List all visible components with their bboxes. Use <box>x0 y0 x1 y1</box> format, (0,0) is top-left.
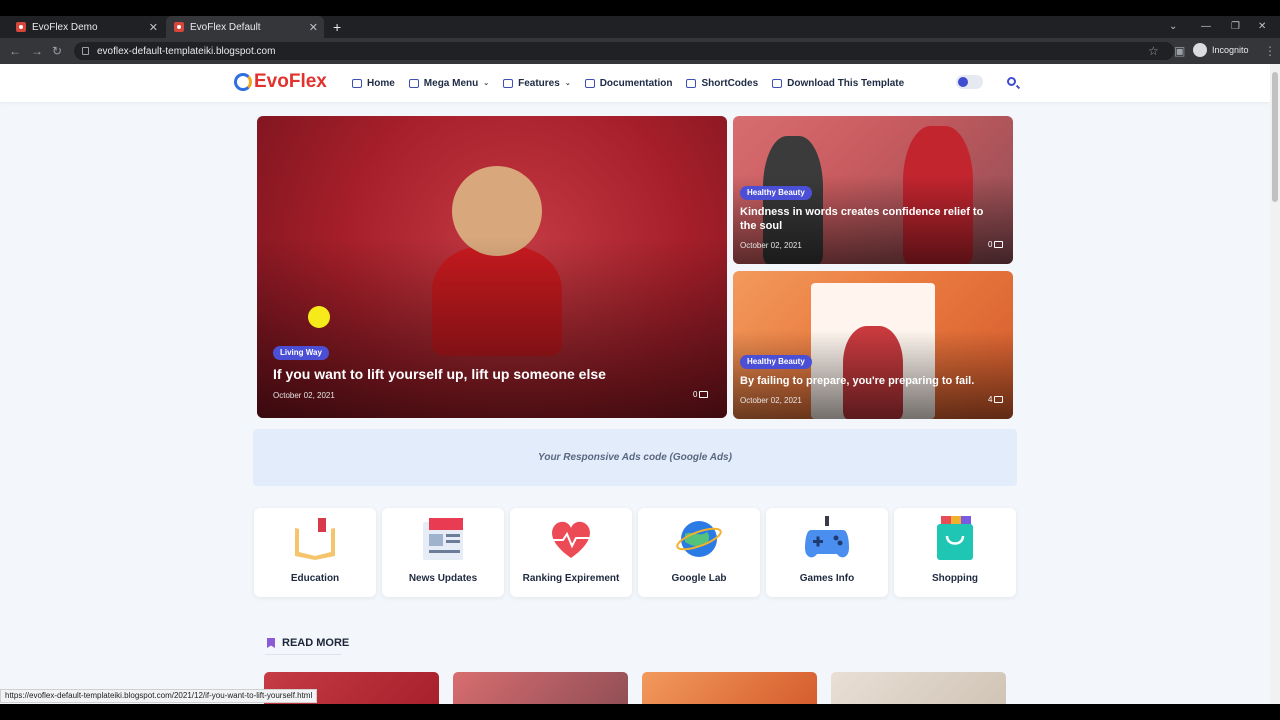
category-card[interactable]: Google Lab <box>638 508 760 597</box>
profile-label: Incognito <box>1212 45 1249 55</box>
search-icon[interactable] <box>1007 77 1016 86</box>
category-card[interactable]: Shopping <box>894 508 1016 597</box>
tab-title: EvoFlex Demo <box>32 21 98 33</box>
chevron-down-icon: ⌄ <box>564 80 571 87</box>
os-bottom-bar <box>0 704 1280 720</box>
dark-mode-toggle[interactable] <box>956 75 983 89</box>
logo-mark-icon <box>234 73 252 91</box>
category-card[interactable]: Ranking Expirement <box>510 508 632 597</box>
minimize-icon[interactable]: — <box>1201 16 1211 38</box>
shopping-bag-icon <box>937 516 973 560</box>
status-bar-url: https://evoflex-default-templateiki.blog… <box>0 689 318 703</box>
heading-underline <box>265 654 341 655</box>
book-icon <box>295 518 335 560</box>
nav-label: Home <box>367 77 395 89</box>
browser-tab[interactable]: EvoFlex Demo ✕ <box>8 16 164 38</box>
back-arrow-icon[interactable]: ← <box>9 38 21 64</box>
globe-icon <box>676 521 722 557</box>
bookmark-star-icon[interactable]: ☆ <box>1148 38 1159 64</box>
nav-label: ShortCodes <box>701 77 759 89</box>
featured-post-side[interactable]: Healthy Beauty Kindness in words creates… <box>733 116 1013 264</box>
main-nav: Home Mega Menu ⌄ Features ⌄ Documentatio… <box>352 64 904 102</box>
logo-text: EvoFlex <box>254 71 327 92</box>
folder-icon <box>584 78 595 88</box>
comment-icon <box>994 396 1004 403</box>
branch-icon <box>772 78 783 88</box>
address-toolbar: ← → ↻ evoflex-default-templateiki.blogsp… <box>0 38 1280 64</box>
post-date: October 02, 2021 <box>740 241 802 250</box>
newspaper-icon <box>423 518 463 560</box>
tab-search-chevron-icon[interactable]: ⌄ <box>1169 16 1177 38</box>
nav-item-mega-menu[interactable]: Mega Menu ⌄ <box>408 77 490 89</box>
forward-arrow-icon[interactable]: → <box>31 38 43 64</box>
tab-close-icon[interactable]: ✕ <box>149 21 158 34</box>
os-top-bar <box>0 0 1280 16</box>
browser-tab-active[interactable]: EvoFlex Default ✕ <box>166 16 324 38</box>
incognito-profile[interactable]: Incognito <box>1193 43 1249 57</box>
incognito-icon <box>1193 43 1207 57</box>
post-date: October 02, 2021 <box>740 396 802 405</box>
post-title[interactable]: By failing to prepare, you're preparing … <box>740 374 1000 388</box>
category-card[interactable]: Games Info <box>766 508 888 597</box>
home-icon <box>352 78 362 88</box>
site-header: EvoFlex Home Mega Menu ⌄ Features ⌄ Docu… <box>0 64 1270 102</box>
post-title[interactable]: If you want to lift yourself up, lift up… <box>273 366 693 382</box>
nav-label: Mega Menu <box>423 77 479 89</box>
nav-label: Features <box>518 77 560 89</box>
featured-post-side[interactable]: Healthy Beauty By failing to prepare, yo… <box>733 271 1013 419</box>
post-date: October 02, 2021 <box>273 391 335 400</box>
bookmark-icon <box>267 638 275 648</box>
browser-tab-strip: EvoFlex Demo ✕ EvoFlex Default ✕ <box>0 16 1280 38</box>
comment-icon <box>699 391 709 398</box>
comment-count[interactable]: 0 <box>988 240 1004 249</box>
toggle-knob <box>958 77 968 87</box>
mouse-cursor-highlight <box>308 306 330 328</box>
nav-label: Download This Template <box>787 77 905 89</box>
post-tag[interactable]: Healthy Beauty <box>740 186 812 200</box>
gamepad-icon <box>805 516 849 558</box>
side-panel-icon[interactable]: ▣ <box>1174 38 1185 64</box>
address-bar[interactable]: evoflex-default-templateiki.blogspot.com <box>74 42 1174 60</box>
category-card[interactable]: News Updates <box>382 508 504 597</box>
code-icon <box>686 78 697 88</box>
comment-icon <box>994 241 1004 248</box>
nav-item-documentation[interactable]: Documentation <box>584 77 673 89</box>
nav-item-download[interactable]: Download This Template <box>772 78 904 89</box>
site-logo[interactable]: EvoFlex <box>234 71 327 93</box>
restore-icon[interactable]: ❐ <box>1231 16 1240 38</box>
chevron-down-icon: ⌄ <box>483 80 490 87</box>
post-tag[interactable]: Healthy Beauty <box>740 355 812 369</box>
nav-item-shortcodes[interactable]: ShortCodes <box>686 78 758 89</box>
nav-item-features[interactable]: Features ⌄ <box>503 78 571 89</box>
post-title[interactable]: Kindness in words creates confidence rel… <box>740 205 1000 233</box>
browser-menu-icon[interactable]: ⋮ <box>1264 38 1276 64</box>
site-favicon-icon <box>16 22 26 32</box>
nav-item-home[interactable]: Home <box>352 78 395 89</box>
site-favicon-icon <box>174 22 184 32</box>
featured-post-main[interactable]: Living Way If you want to lift yourself … <box>257 116 727 418</box>
read-more-heading: READ MORE <box>267 637 349 649</box>
reload-icon[interactable]: ↻ <box>52 38 62 64</box>
heart-pulse-icon <box>552 521 590 558</box>
page-scrollbar[interactable] <box>1270 64 1280 720</box>
category-card[interactable]: Education <box>254 508 376 597</box>
folder-open-icon <box>408 78 419 88</box>
layers-icon <box>503 78 514 88</box>
lock-icon <box>82 47 89 55</box>
tab-title: EvoFlex Default <box>190 21 261 33</box>
post-tag[interactable]: Living Way <box>273 346 329 360</box>
scrollbar-thumb[interactable] <box>1272 72 1278 202</box>
url-text: evoflex-default-templateiki.blogspot.com <box>97 45 276 57</box>
comment-count[interactable]: 0 <box>693 390 709 399</box>
nav-label: Documentation <box>599 77 673 89</box>
window-close-icon[interactable]: ✕ <box>1258 16 1266 38</box>
tab-close-icon[interactable]: ✕ <box>309 21 318 34</box>
comment-count[interactable]: 4 <box>988 395 1004 404</box>
new-tab-plus-icon[interactable]: + <box>333 16 341 38</box>
ads-placeholder: Your Responsive Ads code (Google Ads) <box>253 429 1017 486</box>
